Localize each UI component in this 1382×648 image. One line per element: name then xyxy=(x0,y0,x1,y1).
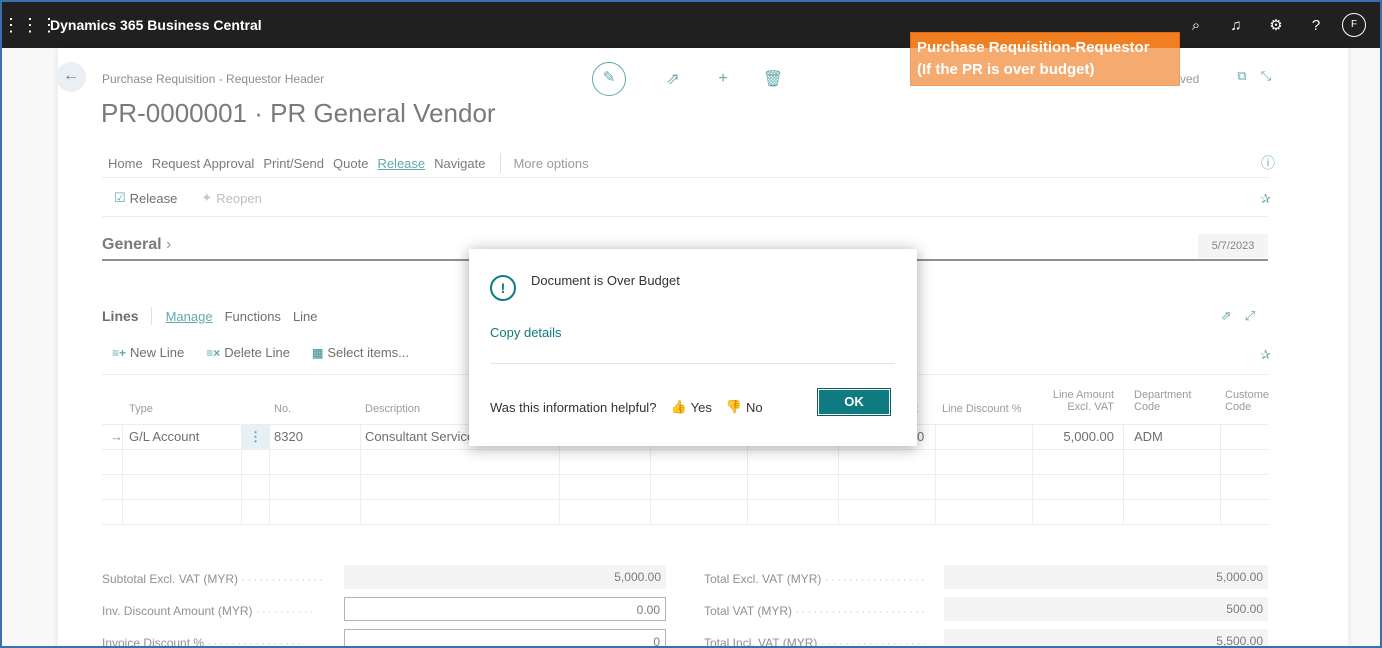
help-icon[interactable]: ? xyxy=(1296,17,1336,34)
gear-icon[interactable]: ⚙ xyxy=(1256,16,1296,34)
app-title: Dynamics 365 Business Central xyxy=(50,17,262,33)
helpful-question: Was this information helpful? xyxy=(490,399,657,415)
thumbs-up-icon: 👍 xyxy=(670,399,687,414)
top-bar-icons: ⌕ ♫ ⚙ ? F xyxy=(1176,2,1380,48)
yes-label: Yes xyxy=(690,399,712,415)
app-launcher-icon[interactable]: ⋮⋮⋮ xyxy=(2,15,58,36)
no-label: No xyxy=(746,399,763,415)
ok-button[interactable]: OK xyxy=(817,388,891,416)
search-icon[interactable]: ⌕ xyxy=(1176,17,1216,34)
dialog-divider xyxy=(490,363,895,364)
dialog-message: Document is Over Budget xyxy=(531,273,680,288)
no-button[interactable]: 👎 No xyxy=(726,399,763,415)
bell-icon[interactable]: ♫ xyxy=(1216,17,1256,34)
thumbs-down-icon: 👎 xyxy=(725,399,743,414)
app-frame: ⋮⋮⋮ Dynamics 365 Business Central ⌕ ♫ ⚙ … xyxy=(0,0,1382,648)
feedback-row: Was this information helpful? 👍 Yes 👎 No xyxy=(490,399,763,415)
exclamation-icon: ! xyxy=(490,275,516,301)
avatar[interactable]: F xyxy=(1342,13,1366,37)
yes-button[interactable]: 👍 Yes xyxy=(670,399,711,415)
copy-details-link[interactable]: Copy details xyxy=(490,325,562,340)
over-budget-dialog: ! Document is Over Budget Copy details W… xyxy=(469,249,917,446)
